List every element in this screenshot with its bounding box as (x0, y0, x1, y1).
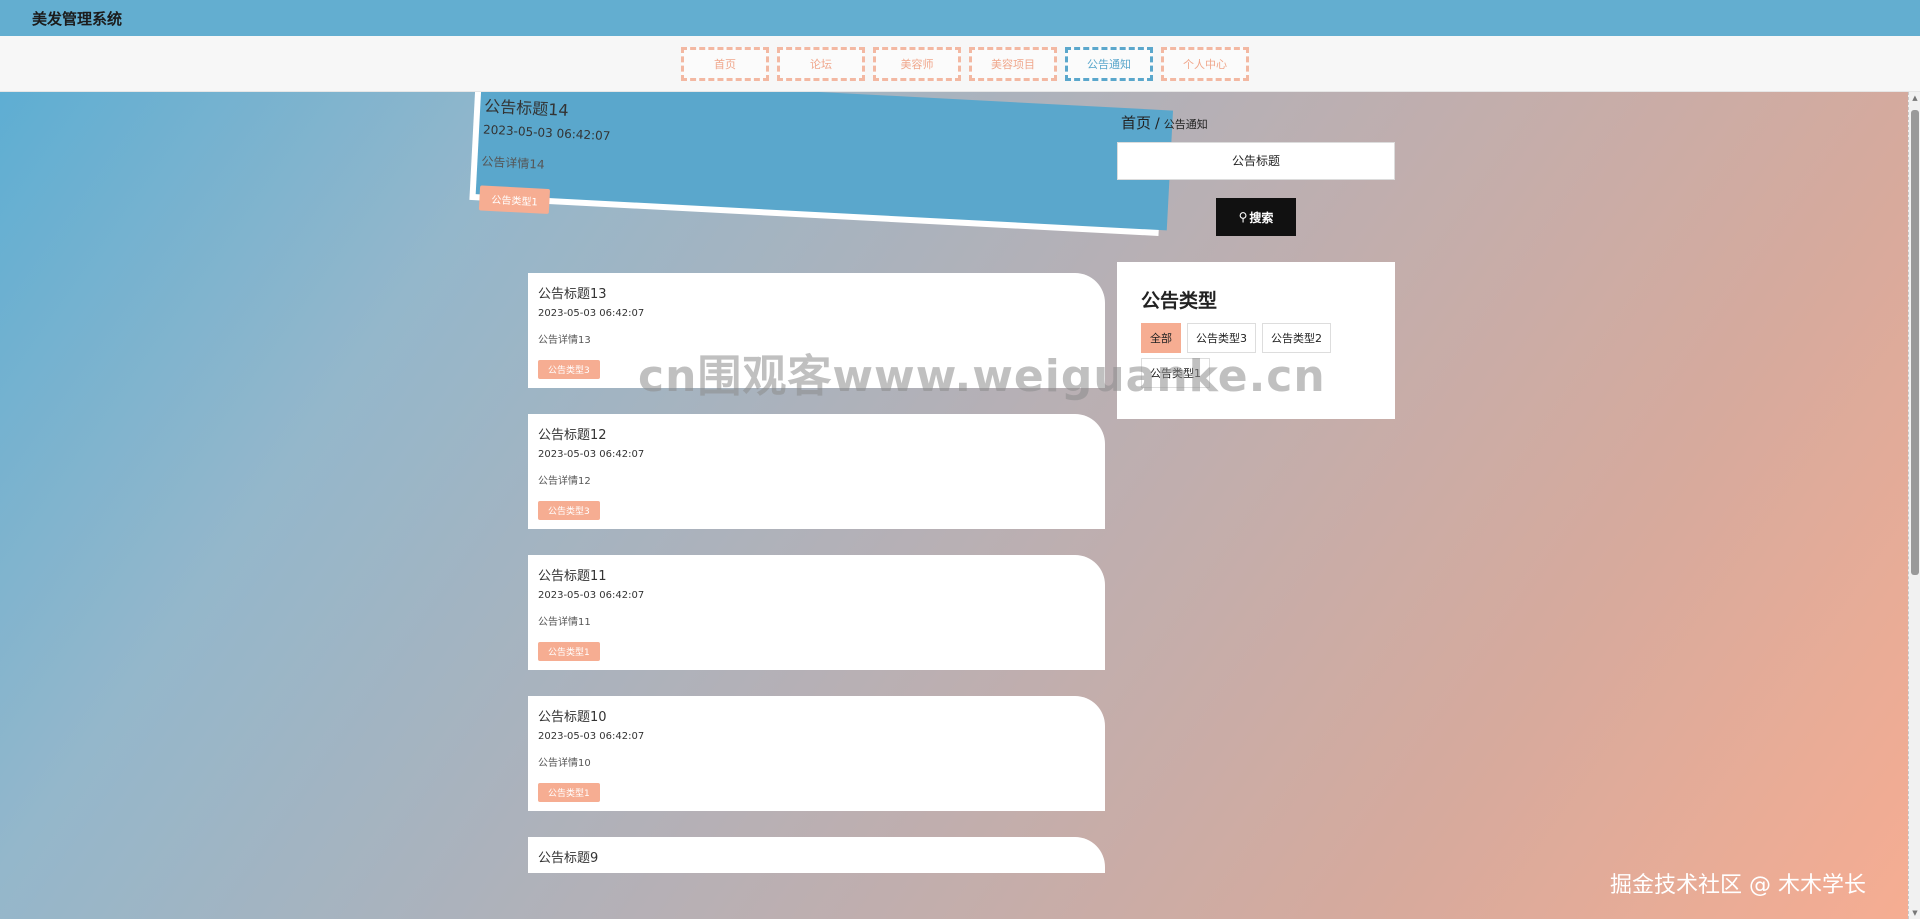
notice-detail: 公告详情10 (538, 758, 591, 769)
search-button[interactable]: ⚲ 搜索 (1216, 198, 1296, 236)
nav-item-beautician[interactable]: 美容师 (873, 47, 961, 81)
breadcrumb-home[interactable]: 首页 (1121, 114, 1151, 132)
breadcrumb-separator: / (1155, 116, 1160, 132)
notice-date: 2023-05-03 06:42:07 (538, 590, 645, 601)
search-button-label: 搜索 (1249, 210, 1274, 225)
main-content: 公告标题14 2023-05-03 06:42:07 公告详情14 公告类型1 … (0, 92, 1908, 919)
notice-type-badge: 公告类型3 (538, 501, 600, 520)
nav-item-home[interactable]: 首页 (681, 47, 769, 81)
notice-type-badge: 公告类型1 (478, 185, 551, 215)
breadcrumb-current: 公告通知 (1163, 118, 1208, 131)
type-filter-title: 公告类型 (1141, 290, 1218, 312)
notice-detail: 公告详情11 (538, 617, 591, 628)
notice-date: 2023-05-03 06:42:07 (538, 308, 645, 319)
search-icon: ⚲ (1238, 210, 1248, 224)
nav-items: 首页 论坛 美容师 美容项目 公告通知 个人中心 (681, 47, 1249, 81)
scrollbar-thumb[interactable] (1911, 110, 1919, 575)
notice-title: 公告标题13 (538, 287, 607, 302)
breadcrumb: 首页 / 公告通知 (1121, 112, 1208, 133)
notice-list: 公告标题14 2023-05-03 06:42:07 公告详情14 公告类型1 … (0, 92, 1908, 919)
main-nav: 首页 论坛 美容师 美容项目 公告通知 个人中心 (0, 36, 1920, 92)
vertical-scrollbar[interactable]: ▲ ▼ (1908, 92, 1920, 919)
scroll-down-arrow-icon[interactable]: ▼ (1911, 909, 1919, 917)
app-title: 美发管理系统 (32, 10, 123, 28)
nav-item-personal-center[interactable]: 个人中心 (1161, 47, 1249, 81)
notice-type-badge: 公告类型1 (538, 642, 600, 661)
corner-watermark: 掘金技术社区 @ 木木学长 (1610, 873, 1866, 898)
notice-title: 公告标题9 (538, 851, 599, 866)
notice-card[interactable]: 公告标题10 2023-05-03 06:42:07 公告详情10 公告类型1 (528, 688, 1113, 811)
notice-title: 公告标题10 (538, 710, 607, 725)
notice-card[interactable]: 公告标题12 2023-05-03 06:42:07 公告详情12 公告类型3 (528, 406, 1113, 529)
nav-item-forum[interactable]: 论坛 (777, 47, 865, 81)
notice-title: 公告标题11 (538, 569, 607, 584)
notice-card[interactable]: 公告标题11 2023-05-03 06:42:07 公告详情11 公告类型1 (528, 547, 1113, 670)
notice-card[interactable]: 公告标题9 (528, 829, 1113, 873)
scroll-up-arrow-icon[interactable]: ▲ (1911, 94, 1919, 102)
notice-date: 2023-05-03 06:42:07 (538, 449, 645, 460)
notice-card[interactable]: 公告标题14 2023-05-03 06:42:07 公告详情14 公告类型1 (469, 92, 1165, 236)
notice-date: 2023-05-03 06:42:07 (538, 731, 645, 742)
search-input[interactable] (1117, 142, 1395, 180)
nav-item-announcements[interactable]: 公告通知 (1065, 47, 1153, 81)
nav-item-beauty-project[interactable]: 美容项目 (969, 47, 1057, 81)
notice-detail: 公告详情12 (538, 476, 591, 487)
top-title-bar: 美发管理系统 (0, 0, 1920, 36)
center-watermark: cn围观客www.weiguanke.cn (638, 351, 1326, 402)
notice-title: 公告标题12 (538, 428, 607, 443)
notice-type-badge: 公告类型3 (538, 360, 600, 379)
notice-type-badge: 公告类型1 (538, 783, 600, 802)
